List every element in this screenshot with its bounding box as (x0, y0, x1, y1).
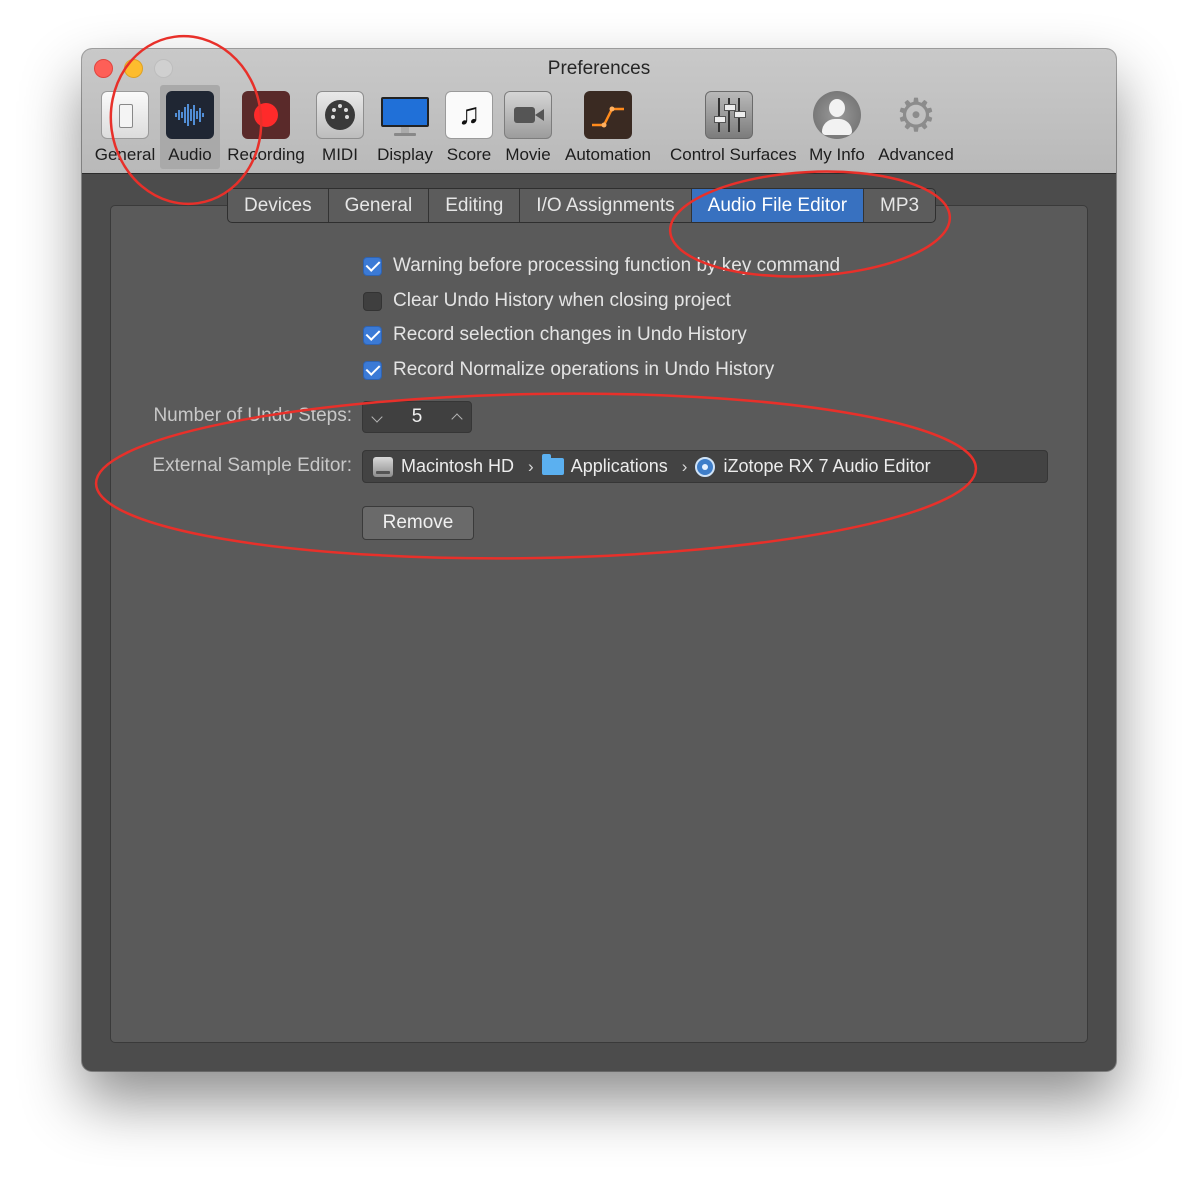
checkbox-checked[interactable] (363, 256, 382, 276)
increment-button[interactable] (443, 402, 471, 432)
external-editor-path-control[interactable]: Macintosh HD › Applications › iZotope RX… (362, 450, 1048, 483)
path-segment-application[interactable]: iZotope RX 7 Audio Editor (695, 456, 931, 477)
tab-devices[interactable]: Devices (228, 189, 329, 222)
gear-icon: ⚙ (895, 89, 937, 141)
path-segment-volume[interactable]: Macintosh HD (363, 456, 514, 477)
checkmark-icon (365, 326, 380, 341)
option-clear-undo-history[interactable]: Clear Undo History when closing project (363, 289, 731, 313)
path-segment-folder[interactable]: Applications (541, 454, 668, 477)
option-label: Record Normalize operations in Undo Hist… (393, 359, 775, 380)
monitor-icon (381, 91, 429, 139)
tab-editing[interactable]: Editing (429, 189, 521, 222)
preferences-window: Preferences General Audio Recording MIDI… (82, 49, 1116, 1071)
midi-plug-icon (316, 91, 364, 139)
movie-camera-icon (504, 91, 552, 139)
music-note-icon: ♫ (445, 91, 493, 139)
path-separator: › (681, 456, 688, 476)
toolbar-label-control-surfaces: Control Surfaces (670, 145, 797, 164)
toolbar-label-advanced: Advanced (878, 145, 954, 164)
decrement-button[interactable] (363, 402, 391, 432)
option-label: Warning before processing function by ke… (393, 255, 841, 276)
checkmark-icon (365, 361, 380, 376)
toolbar-item-my-info[interactable]: My Info (804, 85, 870, 169)
toolbar-label-automation: Automation (565, 145, 651, 164)
user-silhouette-icon (813, 91, 861, 139)
checkbox-checked[interactable] (363, 360, 382, 380)
chevron-down-icon (371, 411, 383, 423)
toolbar-item-advanced[interactable]: ⚙ Advanced (878, 85, 954, 169)
switch-icon (101, 91, 149, 139)
remove-button[interactable]: Remove (362, 506, 474, 540)
option-label: Record selection changes in Undo History (393, 324, 747, 345)
checkbox-checked[interactable] (363, 325, 382, 345)
preferences-tabbar: Devices General Editing I/O Assignments … (227, 188, 937, 223)
toolbar-item-recording[interactable]: Recording (227, 85, 305, 169)
automation-curve-icon (584, 91, 632, 139)
undo-steps-value: 5 (411, 406, 423, 427)
option-warning-before-processing[interactable]: Warning before processing function by ke… (363, 254, 840, 278)
external-editor-label: External Sample Editor: (152, 455, 352, 476)
undo-steps-stepper[interactable]: 5 (362, 401, 472, 433)
undo-steps-label: Number of Undo Steps: (153, 405, 352, 426)
option-record-selection-changes[interactable]: Record selection changes in Undo History (363, 323, 747, 347)
chevron-up-icon (451, 413, 463, 425)
record-icon (242, 91, 290, 139)
path-separator: › (528, 456, 534, 476)
hard-drive-icon (373, 456, 393, 477)
checkmark-icon (365, 257, 380, 272)
option-record-normalize[interactable]: Record Normalize operations in Undo Hist… (363, 358, 774, 382)
tab-mp3[interactable]: MP3 (864, 189, 935, 222)
toolbar-item-control-surfaces[interactable]: Control Surfaces (670, 85, 797, 169)
tab-audio-file-editor[interactable]: Audio File Editor (691, 189, 865, 222)
audio-file-editor-panel: Warning before processing function by ke… (110, 205, 1088, 1043)
path-segment-label: iZotope RX 7 Audio Editor (723, 456, 931, 476)
path-segment-label: Macintosh HD (401, 456, 515, 476)
titlebar: Preferences General Audio Recording MIDI… (82, 49, 1116, 174)
checkbox-unchecked[interactable] (363, 291, 382, 311)
tab-io-assignments[interactable]: I/O Assignments (520, 189, 692, 222)
folder-icon (541, 454, 564, 475)
tab-general[interactable]: General (329, 189, 430, 222)
path-segment-label: Applications (570, 456, 668, 476)
faders-icon (705, 91, 753, 139)
toolbar-item-automation[interactable]: Automation (565, 85, 651, 169)
waveform-icon (166, 91, 214, 139)
option-label: Clear Undo History when closing project (393, 290, 731, 311)
toolbar-item-movie[interactable]: Movie (502, 85, 554, 169)
window-title: Preferences (547, 58, 651, 79)
izotope-app-icon (695, 456, 716, 477)
